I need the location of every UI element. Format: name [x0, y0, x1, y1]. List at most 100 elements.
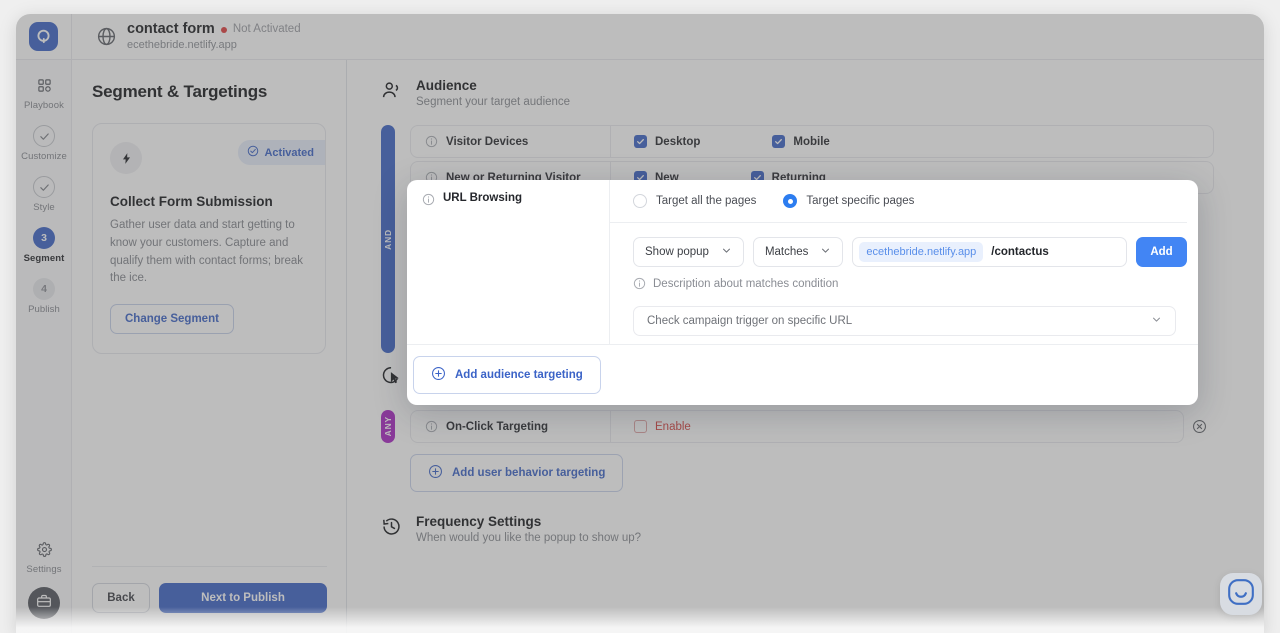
- sidebar-item-label: Playbook: [24, 100, 64, 111]
- status-dot-icon: [220, 26, 227, 33]
- checkbox-desktop[interactable]: Desktop: [634, 135, 700, 148]
- operator-label: ANY: [383, 416, 393, 437]
- condition-label-cell: Visitor Devices: [411, 126, 611, 157]
- activated-label: Activated: [264, 146, 314, 159]
- sidebar-item-label: Publish: [28, 304, 60, 315]
- remove-circle-icon[interactable]: [1184, 419, 1214, 434]
- operator-and-rail[interactable]: AND: [381, 125, 395, 353]
- radio-unselected-icon: [633, 194, 647, 208]
- info-icon[interactable]: [425, 420, 438, 433]
- chat-bubble-icon: [1227, 578, 1255, 611]
- sidebar-item-label: Style: [33, 202, 55, 213]
- condition-values: Enable: [611, 420, 1183, 433]
- url-browsing-row: URL Browsing Target all the pages Target…: [407, 180, 1198, 345]
- checkbox-label: Desktop: [655, 135, 701, 148]
- url-domain-prefix: ecethebride.netlify.app: [859, 242, 984, 262]
- url-browsing-label-cell: URL Browsing: [407, 180, 610, 344]
- sidebar-item-playbook[interactable]: Playbook: [16, 60, 72, 111]
- back-button[interactable]: Back: [92, 583, 150, 613]
- campaign-url: ecethebride.netlify.app: [127, 39, 237, 52]
- condition-values: Desktop Mobile: [611, 135, 1213, 148]
- segment-description: Gather user data and start getting to kn…: [110, 219, 304, 285]
- radio-target-specific-pages[interactable]: Target specific pages: [783, 194, 914, 208]
- sidebar-item-label: Settings: [26, 564, 62, 575]
- checkbox-mobile[interactable]: Mobile: [772, 135, 830, 148]
- modal-footer: Add audience targeting: [407, 345, 1198, 405]
- target-scope-radio-group: Target all the pages Target specific pag…: [610, 180, 1187, 223]
- popupsmart-logo-icon: [29, 22, 58, 51]
- condition-row-on-click-targeting[interactable]: On-Click Targeting Enable: [410, 410, 1184, 443]
- campaign-trigger-select[interactable]: Check campaign trigger on specific URL: [633, 306, 1176, 336]
- add-user-behavior-targeting-button[interactable]: Add user behavior targeting: [410, 454, 624, 492]
- check-circle-icon: [247, 145, 259, 160]
- plus-circle-icon: [431, 366, 446, 384]
- app-logo[interactable]: [16, 14, 72, 60]
- sidebar-item-style[interactable]: Style: [16, 162, 72, 213]
- campaign-info: contact form Not Activated ecethebride.n…: [72, 21, 301, 51]
- rail-bottom-group: Settings: [16, 538, 72, 619]
- action-select-value: Show popup: [645, 246, 709, 258]
- segment-card: Activated Collect Form Submission Gather…: [92, 123, 326, 355]
- segment-name: Collect Form Submission: [110, 194, 273, 209]
- checkbox-unchecked-icon: [634, 420, 647, 433]
- add-button-label: Add audience targeting: [455, 369, 583, 381]
- step-rail: Playbook Customize Style 3 Segment 4 Pub…: [16, 60, 72, 633]
- chevron-down-icon: [721, 245, 732, 259]
- briefcase-button[interactable]: [28, 587, 60, 619]
- chevron-down-icon: [820, 245, 831, 259]
- action-select[interactable]: Show popup: [633, 237, 744, 267]
- add-audience-targeting-button[interactable]: Add audience targeting: [413, 356, 601, 394]
- section-subtitle: Segment your target audience: [416, 96, 571, 108]
- next-to-publish-button[interactable]: Next to Publish: [159, 583, 327, 613]
- check-icon: [33, 176, 55, 198]
- match-description: Description about matches condition: [610, 267, 1187, 290]
- match-type-value: Matches: [764, 246, 809, 258]
- url-input[interactable]: ecethebride.netlify.app /contactus: [852, 237, 1127, 267]
- info-icon: [633, 277, 646, 290]
- radio-selected-icon: [783, 194, 798, 208]
- info-icon[interactable]: [425, 135, 438, 148]
- globe-icon: [96, 26, 117, 47]
- sidebar-item-publish[interactable]: 4 Publish: [16, 264, 72, 315]
- campaign-trigger-value: Check campaign trigger on specific URL: [647, 315, 853, 327]
- sidebar-item-label: Customize: [21, 151, 67, 162]
- radio-label: Target specific pages: [806, 195, 915, 207]
- add-url-button[interactable]: Add: [1136, 237, 1187, 267]
- condition-label-cell: On-Click Targeting: [411, 411, 611, 442]
- url-condition-builder: Show popup Matches ecethebride.netlify.a…: [610, 223, 1187, 267]
- checkbox-checked-icon: [634, 135, 647, 148]
- match-type-select[interactable]: Matches: [752, 237, 844, 267]
- bolt-icon: [110, 142, 142, 174]
- page-title: Segment & Targetings: [92, 82, 268, 101]
- operator-any-rail[interactable]: ANY: [381, 410, 395, 443]
- change-segment-button[interactable]: Change Segment: [110, 304, 234, 335]
- audience-people-icon: [381, 78, 403, 106]
- chat-widget-button[interactable]: [1220, 573, 1262, 615]
- radio-label: Target all the pages: [656, 195, 757, 207]
- checkbox-enable[interactable]: Enable: [634, 420, 691, 433]
- condition-row-visitor-devices[interactable]: Visitor Devices Desktop Mobile: [410, 125, 1214, 158]
- operator-label: AND: [383, 228, 393, 250]
- url-browsing-modal: URL Browsing Target all the pages Target…: [407, 180, 1198, 405]
- checkbox-checked-icon: [772, 135, 786, 148]
- status-badge: Activated: [238, 140, 325, 165]
- section-title: Audience: [416, 78, 477, 93]
- add-button-label: Add user behavior targeting: [452, 467, 606, 479]
- sidebar-item-segment[interactable]: 3 Segment: [16, 213, 72, 264]
- sidebar-item-customize[interactable]: Customize: [16, 111, 72, 162]
- radio-target-all-pages[interactable]: Target all the pages: [633, 194, 756, 208]
- info-icon[interactable]: [422, 193, 435, 206]
- user-behavior-condition-group: ANY On-Click Targeting Enable Add user b…: [381, 410, 1214, 492]
- briefcase-icon: [36, 593, 52, 614]
- sidebar-item-settings[interactable]: Settings: [16, 538, 72, 575]
- check-icon: [33, 125, 55, 147]
- step-number-icon: 4: [33, 278, 55, 300]
- history-clock-icon: [381, 514, 403, 542]
- grid-icon: [33, 74, 55, 96]
- segment-panel: Segment & Targetings Activated Collect F…: [72, 60, 347, 633]
- plus-circle-icon: [428, 464, 443, 482]
- checkbox-label: Enable: [655, 420, 691, 433]
- cursor-click-icon: [381, 363, 403, 391]
- frequency-section-header: Frequency Settings When would you like t…: [381, 514, 1214, 544]
- condition-label: On-Click Targeting: [446, 420, 549, 433]
